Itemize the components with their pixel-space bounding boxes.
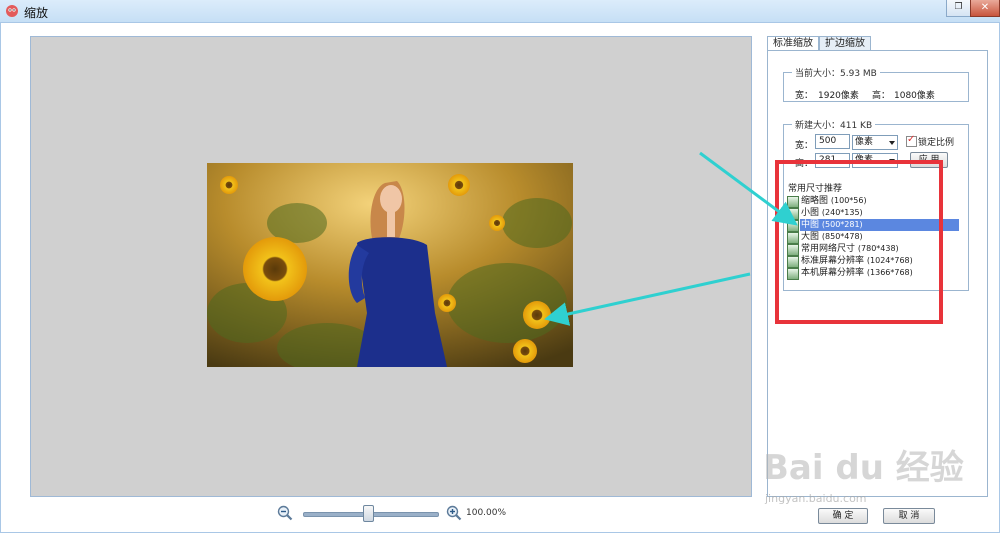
arrow-to-photo xyxy=(544,272,751,326)
cancel-button[interactable]: 取 消 xyxy=(883,508,935,524)
arrow-to-preset xyxy=(699,151,798,226)
watermark-url: jingyan.baidu.com xyxy=(765,492,867,505)
ok-button[interactable]: 确 定 xyxy=(818,508,868,524)
watermark-brand: Bai du 经验 xyxy=(763,448,964,488)
